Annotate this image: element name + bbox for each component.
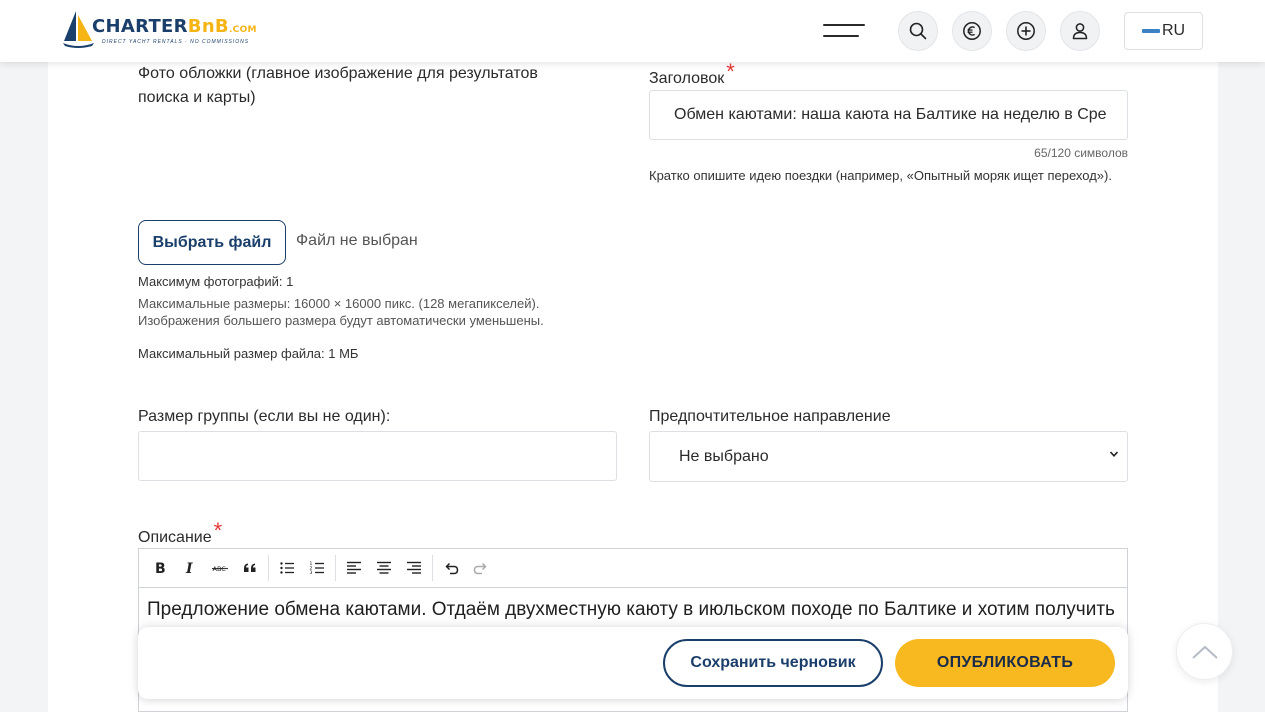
required-mark: * [213,518,223,543]
align-center-button[interactable] [369,553,399,583]
description-label-text: Описание [138,529,212,546]
cover-photo-label: Фото обложки (главное изображение для ре… [138,65,538,106]
description-label: Описание* [138,519,222,550]
bold-icon: B [155,561,166,576]
direction-label: Предпочтительное направление [649,408,891,425]
flag-icon [1141,29,1160,33]
align-center-icon [377,561,391,574]
group-size-label: Размер группы (если вы не один): [138,408,391,425]
title-hint: Кратко опишите идею поездки (например, «… [649,168,1112,183]
svg-text:3: 3 [310,570,313,576]
publish-button[interactable]: ОПУБЛИКОВАТЬ [895,639,1115,687]
align-left-button[interactable] [339,553,369,583]
user-icon [1072,23,1088,40]
language-selector[interactable]: RU [1124,12,1203,50]
numbered-list-icon: 123 [310,561,324,576]
title-label: Заголовок* [649,60,735,91]
undo-icon [445,562,459,575]
top-header: CHARTERBnB.COM DIRECT YACHT RENTALS · NO… [0,0,1265,62]
language-code: RU [1161,22,1186,39]
save-draft-button[interactable]: Сохранить черновик [663,639,883,687]
title-input[interactable]: Обмен каютами: наша каюта на Балтике на … [649,90,1128,140]
italic-icon: I [185,561,193,576]
direction-select[interactable]: Не выбрано [649,431,1128,482]
scroll-to-top-button[interactable] [1176,623,1233,680]
redo-button[interactable] [466,553,496,583]
chevron-up-icon [1191,645,1218,659]
add-listing-button[interactable] [1006,11,1046,51]
align-right-icon [407,561,421,574]
form-action-bar: Сохранить черновик ОПУБЛИКОВАТЬ [138,627,1128,699]
direction-selected-value: Не выбрано [679,447,769,465]
logo-domain: .COM [228,25,257,35]
quote-icon [244,563,256,572]
svg-text:B: B [155,561,166,576]
description-text: Предложение обмена каютами. Отдаём двухм… [147,599,1115,620]
max-file-size-text: Максимальный размер файла: 1 МБ [138,346,359,361]
required-mark: * [726,59,735,84]
strikethrough-icon: ABC [212,565,228,573]
numbered-list-button[interactable]: 123 [302,553,332,583]
bullet-list-icon [280,562,294,574]
add-icon [1017,22,1035,40]
logo-tagline: DIRECT YACHT RENTALS · NO COMMISSIONS [102,39,250,45]
menu-icon[interactable] [823,21,865,41]
max-dimensions-text: Максимальные размеры: 16000 × 16000 пикс… [138,296,544,328]
bullet-list-button[interactable] [272,553,302,583]
align-left-icon [347,561,361,574]
title-input-value: Обмен каютами: наша каюта на Балтике на … [674,106,1107,123]
align-right-button[interactable] [399,553,429,583]
listing-form: Фото обложки (главное изображение для ре… [48,60,1218,712]
bold-button[interactable]: B [145,553,175,583]
search-button[interactable] [898,11,938,51]
undo-button[interactable] [436,553,466,583]
quote-button[interactable] [235,553,265,583]
euro-icon [963,22,981,40]
account-button[interactable] [1060,11,1100,51]
max-photos-text: Максимум фотографий: 1 [138,274,294,289]
title-label-text: Заголовок [649,70,725,87]
search-icon [909,22,927,40]
strikethrough-button[interactable]: ABC [205,553,235,583]
logo-word-bnb: BnB [187,16,229,37]
charterbnb-logo[interactable]: CHARTERBnB.COM DIRECT YACHT RENTALS · NO… [62,9,256,51]
sailboat-logo-icon [63,11,94,48]
logo-word-charter: CHARTER [92,16,188,37]
svg-text:I: I [185,561,193,576]
redo-icon [473,562,487,575]
currency-button[interactable] [952,11,992,51]
no-file-text: Файл не выбран [296,232,418,249]
title-char-counter: 65/120 символов [1034,146,1128,160]
choose-file-button[interactable]: Выбрать файл [138,220,286,265]
group-size-input[interactable] [138,431,617,481]
editor-toolbar: B I ABC 123 [138,548,1128,588]
chevron-down-icon [1109,451,1119,457]
logo-wordmark: CHARTERBnB.COM [92,16,257,37]
italic-button[interactable]: I [175,553,205,583]
